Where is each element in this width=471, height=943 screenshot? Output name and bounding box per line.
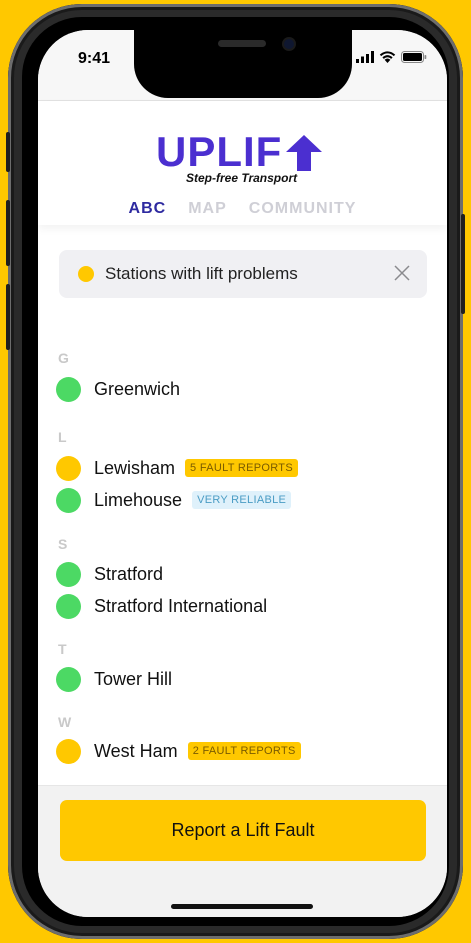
section-letter-l: L [58,429,67,445]
station-row-limehouse[interactable]: Limehouse VERY RELIABLE [56,487,292,513]
station-row-lewisham[interactable]: Lewisham 5 FAULT REPORTS [56,455,298,481]
section-letter-s: S [58,536,68,552]
uplift-logo: UPLIF Step-free Transport [156,131,336,187]
battery-icon [401,51,427,63]
status-dot-icon [56,376,81,402]
station-name: Limehouse [94,489,183,510]
front-camera [284,39,294,49]
arrow-up-icon [286,135,322,171]
footer-bar: Report a Lift Fault [38,785,447,917]
signal-icon [356,51,374,63]
wifi-icon [379,51,396,63]
section-letter-g: G [58,350,69,366]
app-header: UPLIF Step-free Transport ABC MAP COMMUN… [38,101,447,225]
status-dot-icon [56,593,81,619]
station-name: Tower Hill [94,668,173,689]
view-tabs: ABC MAP COMMUNITY [38,200,447,218]
station-row-greenwich[interactable]: Greenwich [56,376,180,402]
station-name: West Ham [94,740,178,761]
status-dot-icon [56,455,81,481]
tab-abc[interactable]: ABC [129,200,167,218]
fault-badge: 2 FAULT REPORTS [187,742,301,760]
warning-dot-icon [78,266,94,282]
speaker-grille [218,40,266,47]
home-indicator[interactable] [171,904,313,909]
station-row-stratford[interactable]: Stratford [56,561,163,587]
fault-badge: 5 FAULT REPORTS [185,459,298,477]
station-name: Stratford [94,563,164,584]
status-time: 9:41 [78,50,111,67]
tab-community[interactable]: COMMUNITY [249,200,357,218]
station-name: Stratford International [94,595,268,616]
status-icons [356,51,427,63]
phone-notch [134,30,352,98]
status-dot-icon [56,561,81,587]
station-row-tower-hill[interactable]: Tower Hill [56,666,172,692]
close-icon[interactable] [393,264,411,282]
phone-screen: 9:41 uplift.co.uk [38,30,447,917]
station-list-area: Stations with lift problems G Greenwich … [38,225,447,785]
logo-wordmark: UPLIF [156,128,283,175]
status-dot-icon [56,738,81,764]
station-name: Greenwich [94,378,181,399]
status-dot-icon [56,666,81,692]
logo-tagline: Step-free Transport [186,171,298,185]
report-lift-fault-button[interactable]: Report a Lift Fault [60,800,426,861]
volume-down-button [6,284,10,350]
station-name: Lewisham [94,457,176,478]
filter-banner-text: Stations with lift problems [105,264,298,283]
power-button [461,214,465,314]
filter-banner[interactable]: Stations with lift problems [59,250,427,298]
section-letter-w: W [58,714,72,730]
station-row-west-ham[interactable]: West Ham 2 FAULT REPORTS [56,738,301,764]
volume-up-button [6,200,10,266]
station-row-stratford-international[interactable]: Stratford International [56,593,267,619]
reliable-badge: VERY RELIABLE [192,491,292,509]
mute-switch [6,132,10,172]
tab-map[interactable]: MAP [188,200,227,218]
status-dot-icon [56,487,81,513]
section-letter-t: T [58,641,67,657]
